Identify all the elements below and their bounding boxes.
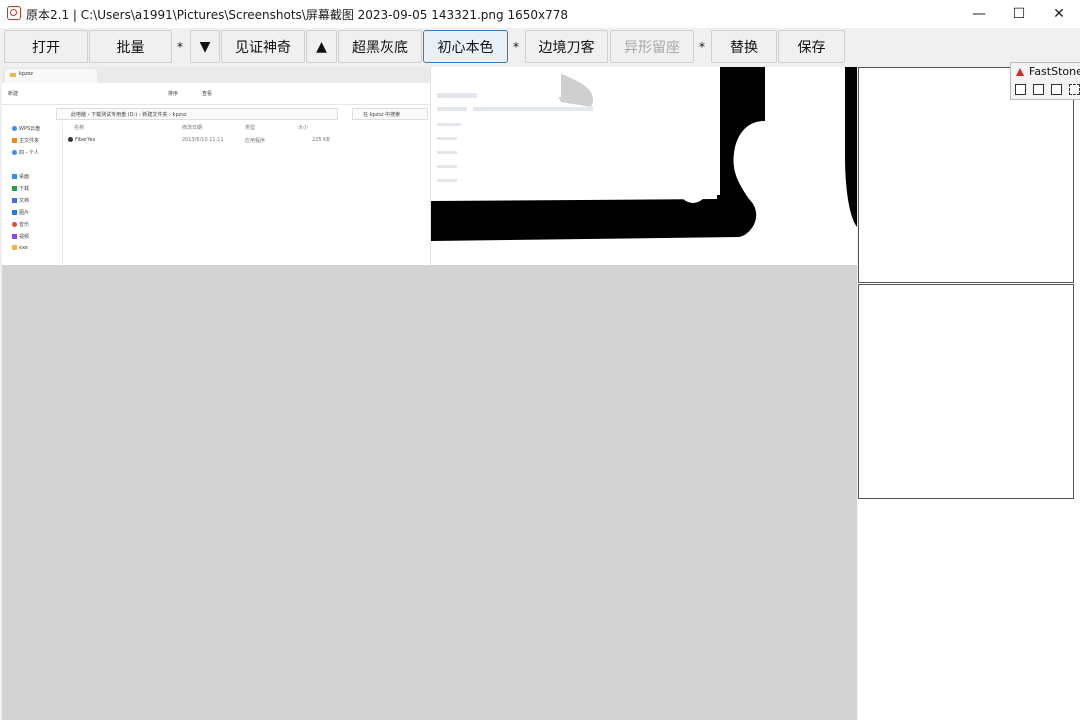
preview-side-item: 桌面 [12,173,29,180]
thumbnail-box-2[interactable] [858,284,1074,499]
app-icon [7,6,21,20]
preview-side-item: 下载 [12,185,29,192]
bianjing-button[interactable]: 边境刀客 [525,30,608,63]
preview-search: 在 kpzsz 中搜索 [352,108,428,120]
down-arrow-button[interactable]: ▼ [190,30,220,63]
separator-star: * [699,40,705,54]
chaohei-button[interactable]: 超黑灰底 [338,30,422,63]
file-date: 2013/6/10 11:11 [182,137,224,143]
preview-address-bar: 此电脑 › 下载测试专用盘 (D:) › 新建文件夹 › kpzsz [56,108,338,120]
processed-image [431,67,857,265]
preview-tab-bar: kpzsz [2,67,430,83]
col-name: 名称 [74,125,85,131]
batch-button[interactable]: 批量 [89,30,172,63]
window-capture-icon[interactable] [1033,84,1044,95]
minimize-button[interactable]: — [959,0,999,28]
preview-side-item: 图片 [12,209,29,216]
thumbnail-pane [858,67,1080,720]
preview-side-item: 主文件夹 [12,137,39,144]
preview-view: 查看 [202,91,213,97]
preview-side-item: 四 - 个人 [12,149,39,156]
preview-side-item: 视频 [12,233,29,240]
replace-button[interactable]: 替换 [711,30,777,63]
rect-capture-icon[interactable] [1069,84,1080,95]
faststone-logo-icon [1016,68,1024,76]
chuxin-button[interactable]: 初心本色 [423,30,508,63]
preview-side-item: 文档 [12,197,29,204]
file-type: 应用程序 [245,138,266,144]
region-capture-icon[interactable] [1051,84,1062,95]
open-button[interactable]: 打开 [4,30,88,63]
preview-address-text: 此电脑 › 下载测试专用盘 (D:) › 新建文件夹 › kpzsz [71,112,187,118]
folder-open-icon[interactable] [1015,84,1026,95]
yixing-button[interactable]: 异形留座 [610,30,694,63]
col-date: 修改日期 [182,125,203,131]
preview-side-item: WPS云盘 [12,125,40,132]
folder-icon [10,73,16,77]
window-title: 原本2.1 | C:\Users\a1991\Pictures\Screensh… [26,8,569,22]
preview-side-item: exe [12,245,28,251]
faststone-title: FastStone C [1029,65,1080,78]
preview-sidebar: WPS云盘 主文件夹 四 - 个人 桌面 下载 文档 图片 音乐 视频 exe [2,121,63,265]
original-image: kpzsz 新建 排序 查看 此电脑 › 下载测试专用盘 (D:) › 新建文件… [2,67,431,265]
maximize-button[interactable]: ☐ [999,0,1039,28]
col-type: 类型 [245,125,256,131]
minimize-icon: — [972,6,986,22]
preview-side-item: 音乐 [12,221,29,228]
separator-star: * [177,40,183,54]
col-size: 大小 [298,125,309,131]
preview-tab: kpzsz [5,69,97,83]
maximize-icon: ☐ [1012,6,1026,22]
faststone-toolbar[interactable]: FastStone C [1010,62,1080,100]
preview-new: 新建 [8,91,19,97]
preview-toolbar: 新建 排序 查看 [2,84,430,105]
toolbar: 打开 批量 * ▼ 见证神奇 ▲ 超黑灰底 初心本色 * 边境刀客 异形留座 *… [0,28,1080,66]
separator-star: * [513,40,519,54]
zoom-graphic [431,67,857,241]
preview-search-text: 在 kpzsz 中搜索 [363,112,401,118]
close-button[interactable]: ✕ [1039,0,1079,28]
file-size: 225 KB [312,137,330,143]
close-icon: ✕ [1053,6,1065,22]
title-bar[interactable]: 原本2.1 | C:\Users\a1991\Pictures\Screensh… [0,0,1080,29]
up-arrow-button[interactable]: ▲ [306,30,337,63]
image-canvas[interactable]: kpzsz 新建 排序 查看 此电脑 › 下载测试专用盘 (D:) › 新建文件… [2,67,857,720]
preview-sort: 排序 [168,91,179,97]
jianzheng-button[interactable]: 见证神奇 [221,30,305,63]
save-button[interactable]: 保存 [778,30,845,63]
file-row: FiberYes [68,137,95,143]
preview-tab-label: kpzsz [19,71,33,77]
